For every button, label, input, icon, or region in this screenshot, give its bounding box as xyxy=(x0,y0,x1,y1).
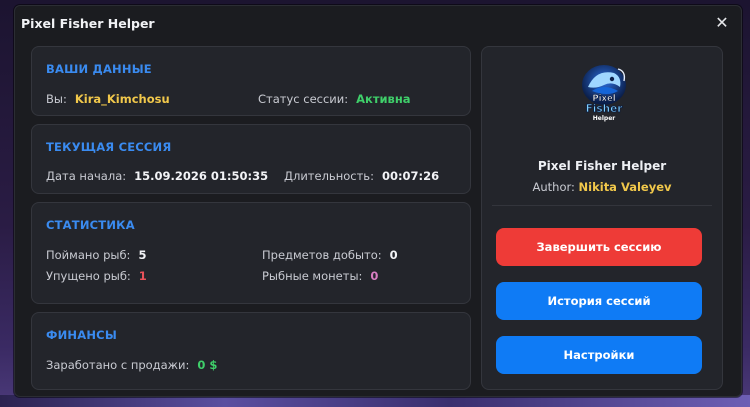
earned-value: 0 $ xyxy=(197,358,218,372)
fish-coins-row: Рыбные монеты: 0 xyxy=(262,269,378,283)
earned-row: Заработано с продажи: 0 $ xyxy=(46,358,217,372)
app-window: Pixel Fisher Helper ✕ ВАШИ ДАННЫЕ Вы: Kir… xyxy=(14,5,742,397)
fish-caught-value: 5 xyxy=(138,248,147,262)
items-found-row: Предметов добыто: 0 xyxy=(262,248,398,262)
logo-word-helper: Helper xyxy=(593,115,616,122)
items-found-label: Предметов добыто: xyxy=(262,248,382,262)
user-value: Kira_Kimchosu xyxy=(74,92,170,106)
author-name: Nikita Valeyev xyxy=(578,180,672,194)
finance-title: ФИНАНСЫ xyxy=(46,328,117,342)
fish-missed-row: Упущено рыб: 1 xyxy=(46,269,147,283)
statistics-title: СТАТИСТИКА xyxy=(46,218,135,232)
close-icon[interactable]: ✕ xyxy=(713,14,731,32)
user-label: Вы: xyxy=(46,92,67,106)
settings-button[interactable]: Настройки xyxy=(496,336,702,374)
earned-label: Заработано с продажи: xyxy=(46,358,190,372)
fish-coins-label: Рыбные монеты: xyxy=(262,269,363,283)
duration-row: Длительность: 00:07:26 xyxy=(284,169,439,183)
start-date-value: 15.09.2026 01:50:35 xyxy=(134,169,269,183)
finance-card: ФИНАНСЫ Заработано с продажи: 0 $ xyxy=(31,312,471,390)
user-row: Вы: Kira_Kimchosu xyxy=(46,92,170,106)
duration-label: Длительность: xyxy=(284,169,374,183)
window-title: Pixel Fisher Helper xyxy=(21,15,155,31)
about-panel: Pixel Fisher Helper Pixel Fisher Helper … xyxy=(481,46,723,390)
current-session-card: ТЕКУЩАЯ СЕССИЯ Дата начала: 15.09.2026 01… xyxy=(31,124,471,194)
app-logo: Pixel Fisher Helper xyxy=(582,65,626,122)
fish-caught-label: Поймано рыб: xyxy=(46,248,131,262)
author-label: Author: xyxy=(532,180,575,194)
user-data-title: ВАШИ ДАННЫЕ xyxy=(46,62,152,76)
fish-missed-value: 1 xyxy=(138,269,147,283)
logo-word-fisher: Fisher xyxy=(586,103,624,115)
divider xyxy=(492,205,712,206)
session-status-row: Статус сессии: Активна xyxy=(258,92,411,106)
start-date-label: Дата начала: xyxy=(46,169,127,183)
author-line: Author: Nikita Valeyev xyxy=(482,180,722,194)
session-history-button[interactable]: История сессий xyxy=(496,282,702,320)
app-name: Pixel Fisher Helper xyxy=(537,159,667,173)
statistics-card: СТАТИСТИКА Поймано рыб: 5 Упущено рыб: 1 П… xyxy=(31,202,471,304)
user-data-card: ВАШИ ДАННЫЕ Вы: Kira_Kimchosu Статус сесс… xyxy=(31,46,471,116)
session-status-value: Активна xyxy=(356,92,411,106)
fish-caught-row: Поймано рыб: 5 xyxy=(46,248,146,262)
items-found-value: 0 xyxy=(389,248,398,262)
session-status-label: Статус сессии: xyxy=(258,92,349,106)
current-session-title: ТЕКУЩАЯ СЕССИЯ xyxy=(46,140,172,154)
start-date-row: Дата начала: 15.09.2026 01:50:35 xyxy=(46,169,268,183)
title-bar: Pixel Fisher Helper ✕ xyxy=(15,6,741,40)
duration-value: 00:07:26 xyxy=(381,169,440,183)
end-session-button[interactable]: Завершить сессию xyxy=(496,228,702,266)
fish-missed-label: Упущено рыб: xyxy=(46,269,131,283)
fish-coins-value: 0 xyxy=(370,269,379,283)
